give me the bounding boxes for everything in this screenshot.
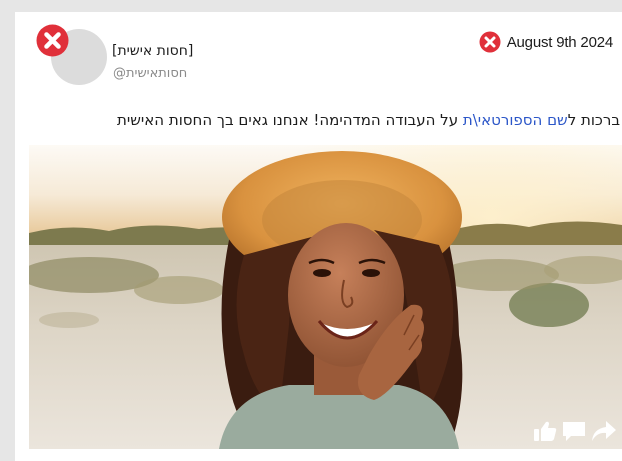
close-icon[interactable] [479,31,501,53]
share-icon[interactable] [591,420,617,442]
author-handle[interactable]: @חסותאישית [113,66,187,81]
post-photo [29,145,622,449]
message-text-start: ברכות ל [567,111,620,129]
message-text-end: על העבודה המדהימה! אנחנו גאים בך החסות ה… [117,111,463,129]
post-date: August 9th 2024 [479,31,613,53]
author-name[interactable]: [חסות אישית] [112,43,193,59]
athlete-name-link[interactable]: שם הספורטאי\ת [463,111,568,129]
post-message: ברכות לשם הספורטאי\ת על העבודה המדהימה! … [117,111,620,129]
post-actions [533,420,617,442]
close-icon[interactable] [36,24,69,57]
comment-icon[interactable] [561,420,587,442]
date-text: August 9th 2024 [506,33,613,51]
thumbs-up-icon[interactable] [533,420,557,442]
